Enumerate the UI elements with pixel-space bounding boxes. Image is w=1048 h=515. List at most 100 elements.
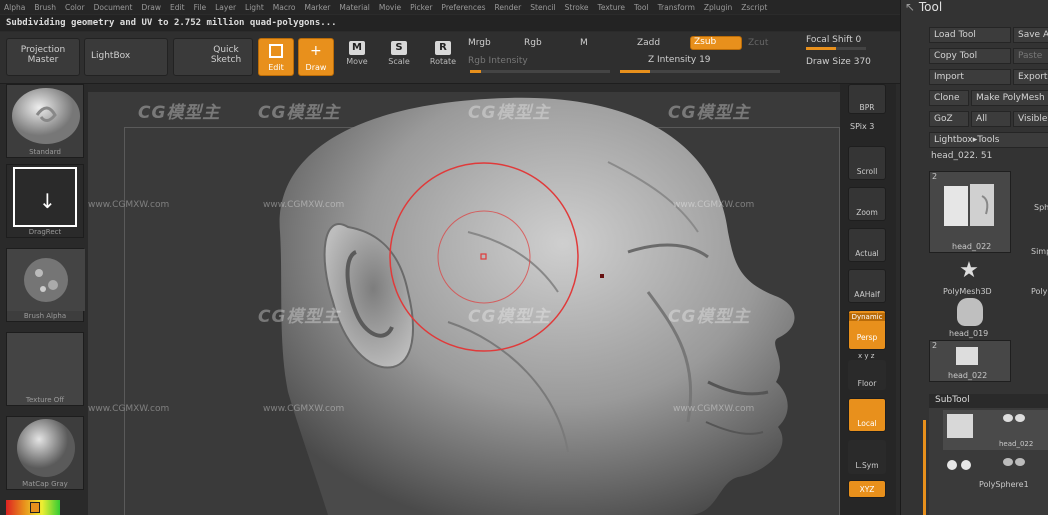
rotate-button[interactable]: R Rotate	[426, 38, 460, 72]
z-intensity-track[interactable]	[620, 70, 780, 73]
projection-master-button[interactable]: Projection Master	[6, 38, 80, 76]
menu-item-transform[interactable]: Transform	[658, 3, 695, 12]
tool-tile-head-022[interactable]: 2 head_022	[929, 171, 1011, 253]
watermark-url: www.CGMXW.com	[263, 200, 345, 210]
menu-item-tool[interactable]: Tool	[634, 3, 649, 12]
export-button[interactable]: Export	[1013, 69, 1048, 85]
visibility-toggle-icon[interactable]	[1003, 458, 1013, 466]
scale-button[interactable]: S Scale	[382, 38, 416, 72]
zadd-button[interactable]: Zadd	[637, 38, 660, 48]
rgb-intensity-slider[interactable]: Rgb Intensity	[468, 56, 528, 66]
focal-shift-track[interactable]	[806, 47, 866, 50]
save-as-button[interactable]: Save A	[1013, 27, 1048, 43]
menu-item-texture[interactable]: Texture	[598, 3, 625, 12]
menu-item-zscript[interactable]: Zscript	[741, 3, 767, 12]
tool-tile-head-022b[interactable]: 2 head_022	[929, 340, 1011, 382]
quick-sketch-button[interactable]: Quick Sketch	[173, 38, 253, 76]
status-line: Subdividing geometry and UV to 2.752 mil…	[0, 15, 900, 31]
menu-item-brush[interactable]: Brush	[34, 3, 56, 12]
all-button[interactable]: All	[971, 111, 1011, 127]
poly-tile-label[interactable]: Poly	[1031, 287, 1047, 296]
menu-item-file[interactable]: File	[194, 3, 207, 12]
visible-button[interactable]: Visible	[1013, 111, 1048, 127]
visibility-toggle-icon[interactable]	[1015, 458, 1025, 466]
draw-crosshair-icon: +	[310, 43, 322, 59]
focal-shift-slider[interactable]: Focal Shift 0	[806, 35, 861, 45]
brush-thumbnail[interactable]: Standard	[6, 84, 84, 158]
watermark-brand: CG模型主	[258, 307, 341, 327]
paste-tool-button[interactable]: Paste	[1013, 48, 1048, 64]
subtool-item-name: head_022	[999, 440, 1034, 448]
zcut-button[interactable]: Zcut	[748, 38, 768, 48]
spix-slider[interactable]: SPix 3	[850, 122, 874, 131]
visibility-toggle-icon[interactable]	[1003, 414, 1013, 422]
menu-item-draw[interactable]: Draw	[141, 3, 161, 12]
menu-item-zplugin[interactable]: Zplugin	[704, 3, 732, 12]
menu-item-stencil[interactable]: Stencil	[530, 3, 555, 12]
visibility-toggle-icon[interactable]	[1015, 414, 1025, 422]
palette-scroll-handle[interactable]	[923, 420, 926, 515]
polymesh3d-tile[interactable]: ★	[951, 258, 987, 286]
menu-item-material[interactable]: Material	[339, 3, 369, 12]
clone-button[interactable]: Clone	[929, 90, 969, 106]
persp-button[interactable]: Dynamic Persp	[848, 310, 886, 350]
draw-size-slider[interactable]: Draw Size 370	[806, 57, 871, 67]
import-button[interactable]: Import	[929, 69, 1011, 85]
z-intensity-slider[interactable]: Z Intensity 19	[648, 55, 711, 65]
menu-item-picker[interactable]: Picker	[410, 3, 432, 12]
local-button[interactable]: Local	[848, 398, 886, 432]
simple-tile-label[interactable]: Simp	[1031, 247, 1048, 256]
menu-item-edit[interactable]: Edit	[170, 3, 185, 12]
draw-button[interactable]: + Draw	[298, 38, 334, 76]
move-label: Move	[346, 57, 368, 66]
alpha-thumbnail[interactable]: Brush Alpha	[6, 248, 85, 322]
make-polymesh-button[interactable]: Make PolyMesh	[971, 90, 1048, 106]
floor-button[interactable]: Floor	[848, 360, 886, 390]
lightbox-button[interactable]: LightBox	[84, 38, 168, 76]
viewport-canvas[interactable]: CG模型主 CG模型主 CG模型主 CG模型主 www.CGMXW.com ww…	[88, 92, 840, 515]
sphere-tile-label[interactable]: Sph	[1034, 203, 1048, 212]
menu-item-stroke[interactable]: Stroke	[565, 3, 589, 12]
texture-thumbnail[interactable]: Texture Off	[6, 332, 84, 406]
stroke-thumbnail[interactable]: ↓ DragRect	[6, 164, 84, 238]
menu-item-layer[interactable]: Layer	[215, 3, 236, 12]
watermark-url: www.CGMXW.com	[88, 404, 170, 414]
watermark-url: www.CGMXW.com	[88, 200, 170, 210]
rgb-intensity-fill	[470, 70, 482, 73]
head-mesh-thumbnail	[944, 184, 994, 226]
subtool-item-active[interactable]: head_022	[943, 410, 1048, 450]
mrgb-button[interactable]: Mrgb	[468, 38, 491, 48]
scroll-button[interactable]: Scroll	[848, 146, 886, 180]
rgb-intensity-track[interactable]	[470, 70, 610, 73]
zoom-button[interactable]: Zoom	[848, 187, 886, 221]
rgb-button[interactable]: Rgb	[524, 38, 542, 48]
menu-item-marker[interactable]: Marker	[304, 3, 330, 12]
material-thumbnail[interactable]: MatCap Gray	[6, 416, 84, 490]
lsym-button[interactable]: L.Sym	[848, 440, 886, 474]
menu-item-render[interactable]: Render	[495, 3, 522, 12]
aahalf-button[interactable]: AAHalf	[848, 269, 886, 303]
menu-item-preferences[interactable]: Preferences	[441, 3, 485, 12]
edit-button[interactable]: Edit	[258, 38, 294, 76]
menu-item-macro[interactable]: Macro	[273, 3, 296, 12]
color-marker	[30, 502, 40, 513]
subtool-item[interactable]: PolySphere1	[943, 454, 1048, 494]
bpr-button[interactable]: BPR	[848, 84, 886, 114]
actual-button[interactable]: Actual	[848, 228, 886, 262]
load-tool-button[interactable]: Load Tool	[929, 27, 1011, 43]
menu-item-light[interactable]: Light	[245, 3, 264, 12]
menu-item-alpha[interactable]: Alpha	[4, 3, 25, 12]
menu-item-document[interactable]: Document	[94, 3, 133, 12]
copy-tool-button[interactable]: Copy Tool	[929, 48, 1011, 64]
lightbox-tools-button[interactable]: Lightbox▸Tools	[929, 132, 1048, 148]
color-picker[interactable]	[6, 500, 60, 515]
goz-button[interactable]: GoZ	[929, 111, 969, 127]
menu-item-color[interactable]: Color	[65, 3, 85, 12]
zsub-button[interactable]: Zsub	[690, 36, 742, 50]
m-button[interactable]: M	[580, 38, 588, 48]
head-019-tile[interactable]	[957, 298, 983, 326]
menu-item-movie[interactable]: Movie	[379, 3, 401, 12]
xyz-button[interactable]: XYZ	[848, 480, 886, 498]
subtool-header[interactable]: SubTool	[929, 394, 1048, 408]
move-button[interactable]: M Move	[340, 38, 374, 72]
